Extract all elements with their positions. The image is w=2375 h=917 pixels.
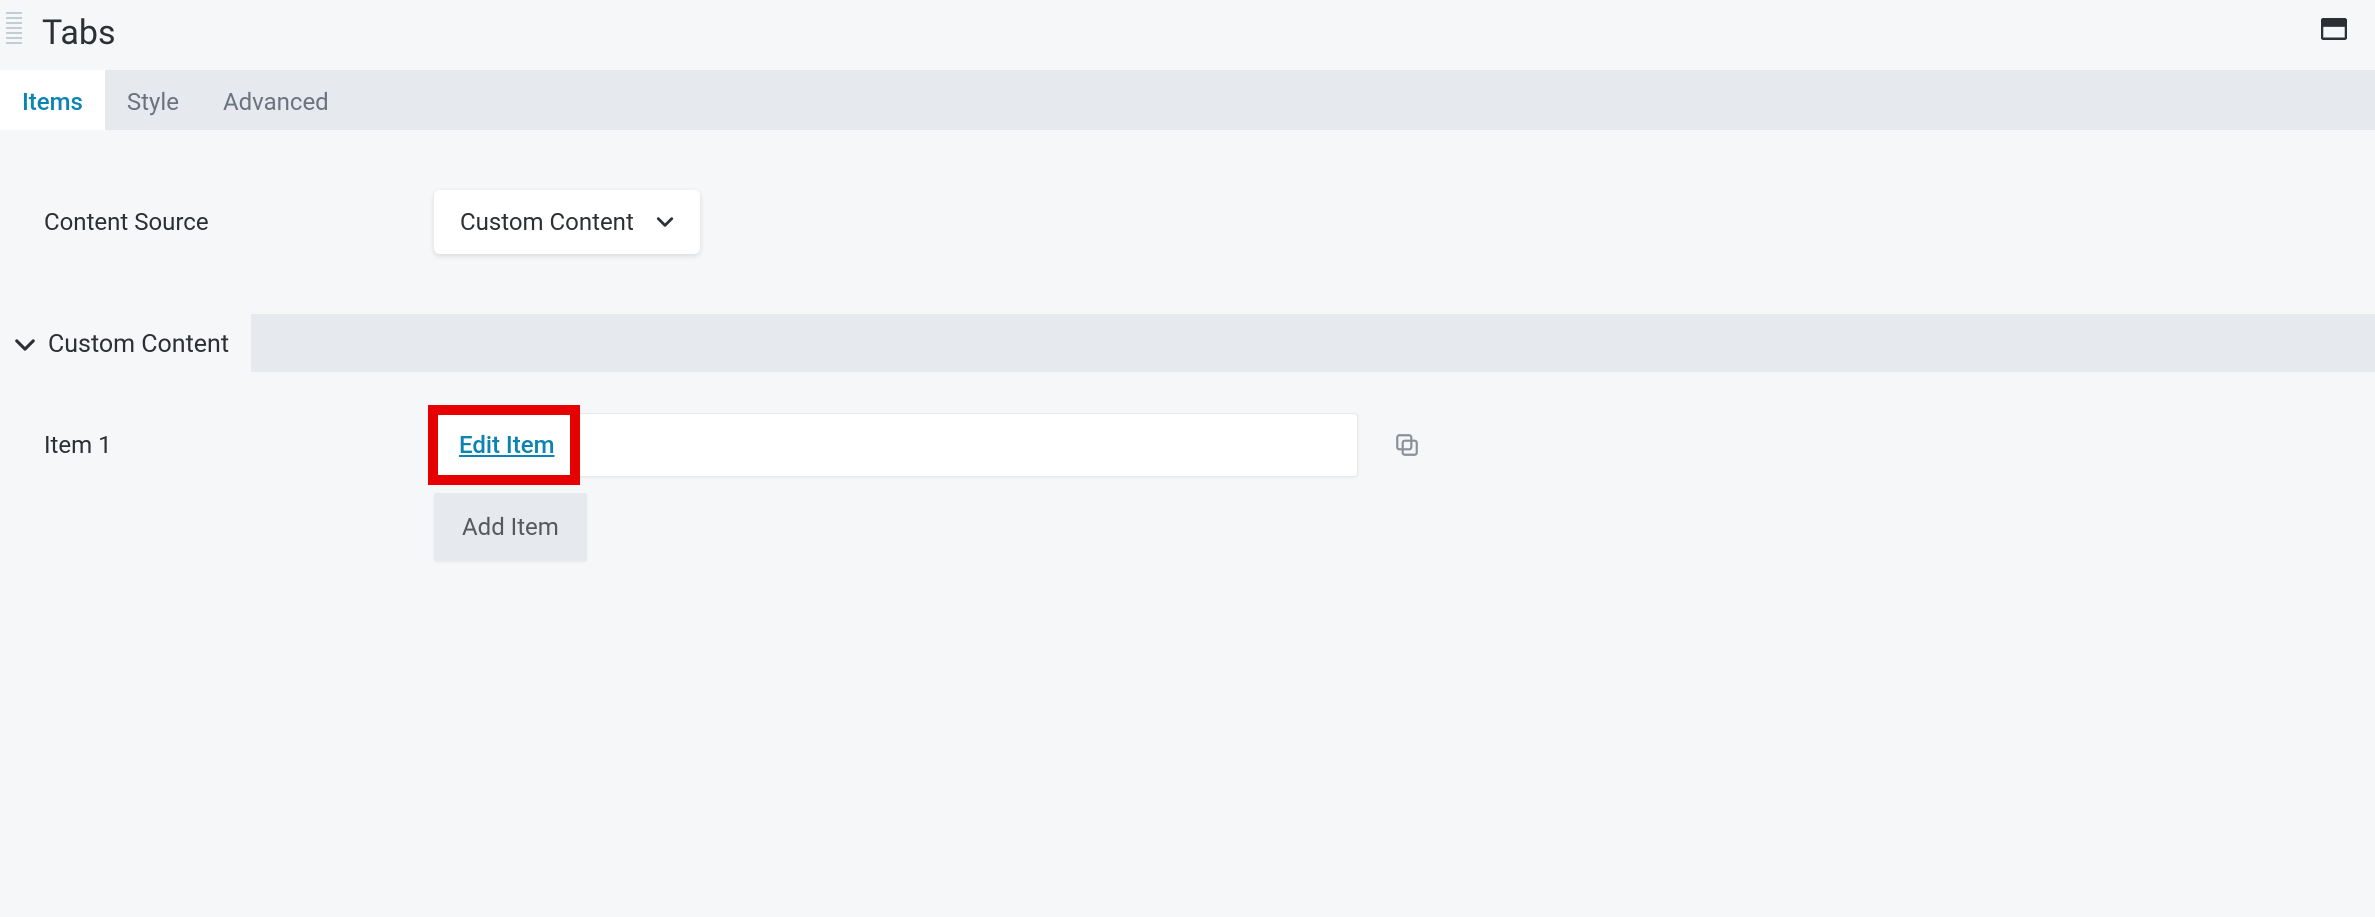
- panel-title: Tabs: [42, 13, 116, 53]
- tabs-row: Items Style Advanced: [0, 70, 2375, 130]
- add-item-row: Add Item: [0, 477, 2375, 561]
- item-1-field[interactable]: Edit Item: [434, 413, 1358, 477]
- item-row: Item 1 Edit Item: [0, 375, 2375, 477]
- chevron-down-icon: [656, 213, 674, 231]
- section-header-row: Custom Content: [0, 314, 2375, 375]
- content-source-label: Content Source: [44, 208, 434, 236]
- chevron-down-icon: [14, 334, 36, 356]
- content-source-selected: Custom Content: [460, 208, 634, 236]
- panel-header: Tabs: [0, 0, 2375, 70]
- add-item-button[interactable]: Add Item: [434, 493, 587, 561]
- tab-advanced[interactable]: Advanced: [201, 70, 351, 130]
- content-source-dropdown[interactable]: Custom Content: [434, 190, 700, 254]
- edit-item-link[interactable]: Edit Item: [459, 431, 554, 459]
- section-header-bg: [251, 314, 2375, 372]
- drag-handle-icon[interactable]: [6, 10, 24, 56]
- tab-style[interactable]: Style: [105, 70, 201, 130]
- item-field-wrap: Edit Item: [434, 413, 1420, 477]
- section-tab-label: Custom Content: [48, 330, 229, 359]
- window-icon[interactable]: [2321, 18, 2347, 40]
- section-tab-custom-content[interactable]: Custom Content: [0, 314, 251, 375]
- content-source-row: Content Source Custom Content: [0, 130, 2375, 314]
- tab-items[interactable]: Items: [0, 70, 105, 130]
- copy-icon[interactable]: [1394, 432, 1420, 458]
- item-1-label: Item 1: [44, 431, 434, 459]
